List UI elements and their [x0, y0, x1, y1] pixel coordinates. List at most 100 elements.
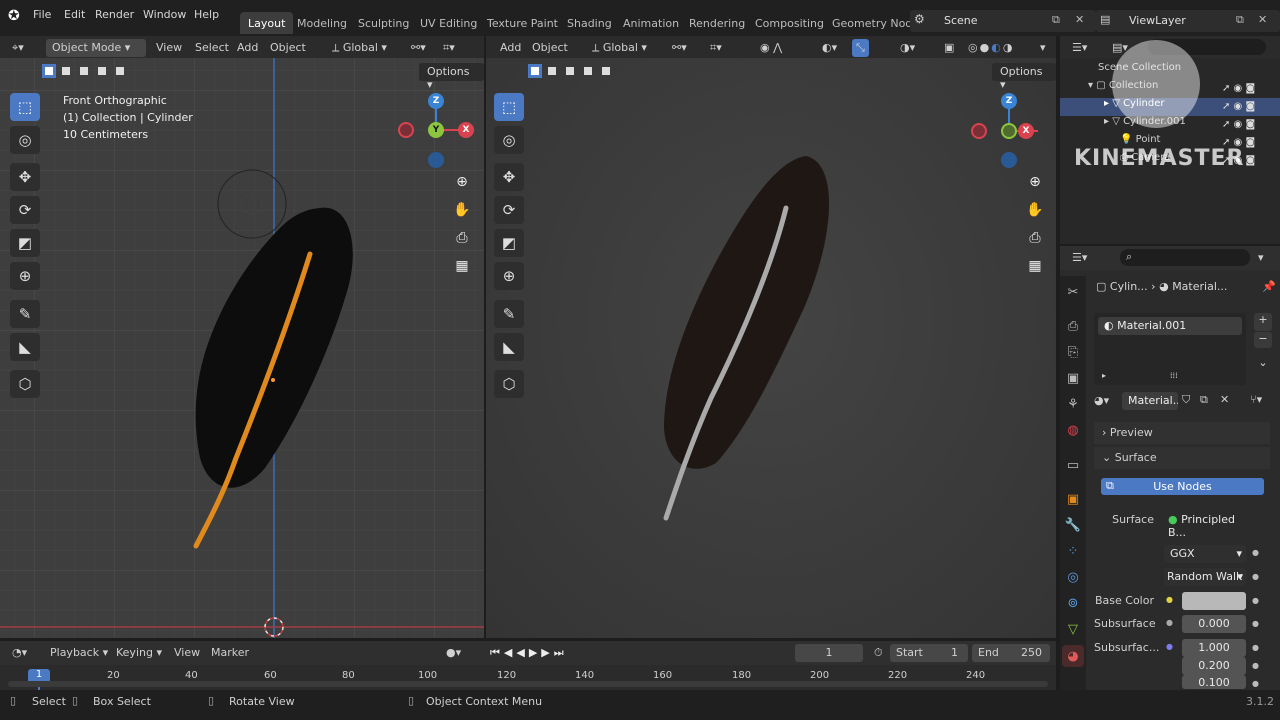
subsurface-method-dropdown[interactable]: Random Walk ▾ [1164, 568, 1246, 586]
row-toggle-icons[interactable]: ➚ ◉ ◙ [1222, 116, 1276, 134]
row-toggle-icons[interactable]: ➚ ◉ ◙ [1222, 80, 1276, 98]
object-tab-icon[interactable]: ▣ [1062, 488, 1084, 510]
menu-view[interactable]: View [168, 644, 206, 662]
auto-key-icon[interactable]: ●▾ [440, 644, 467, 662]
timeline-editor-icon[interactable]: ◔▾ [6, 644, 33, 662]
radius-x-field[interactable]: 1.000 [1182, 639, 1246, 657]
editor-type-icon[interactable]: ⌖▾ [6, 39, 30, 57]
move-tool-button[interactable]: ✥ [10, 163, 40, 191]
scale-tool-button[interactable]: ◩ [494, 229, 524, 257]
material-tab-icon[interactable]: ◕ [1062, 645, 1084, 667]
transform-tool-button[interactable]: ⊕ [10, 262, 40, 290]
distribution-dropdown[interactable]: GGX ▾ [1164, 545, 1246, 563]
material-browse-icon[interactable]: ◕▾ [1094, 394, 1109, 407]
right-viewport[interactable]: Options ▾ ⬚ ◎ ✥ ⟳ ◩ ⊕ ✎ ◣ ⬡ Z X ⊕ ✋ ⎙ ▦ [486, 58, 1056, 638]
tab-rendering[interactable]: Rendering [681, 12, 753, 34]
start-frame-field[interactable]: Start 1 [890, 644, 968, 662]
gizmo-neg-z-icon[interactable] [428, 152, 444, 168]
blender-logo-icon[interactable]: ✪ [8, 8, 24, 24]
options-dropdown[interactable]: Options ▾ [992, 63, 1056, 91]
menu-select[interactable]: Select [189, 39, 235, 57]
grid-view-icon[interactable]: ▦ [450, 254, 474, 278]
radius-z-field[interactable]: 0.100 [1182, 675, 1246, 689]
collection-tab-icon[interactable]: ▭ [1062, 454, 1084, 476]
navigation-gizmo[interactable]: Z Y X [398, 88, 480, 168]
pan-hand-icon[interactable]: ✋ [450, 198, 474, 222]
close-icon[interactable]: ✕ [1075, 13, 1084, 26]
slot-specials-icon[interactable]: ⌄ [1254, 356, 1272, 374]
pivot-icon[interactable]: ⚯▾ [405, 39, 432, 57]
playback-menu[interactable]: Playback ▾ [44, 644, 114, 662]
menu-edit[interactable]: Edit [64, 8, 85, 21]
proportional-edit-icon[interactable]: ◉ ⋀ [754, 39, 788, 57]
world-tab-icon[interactable]: ◍ [1062, 419, 1084, 441]
shading-modes-icon[interactable]: ◎●◐◑ [962, 39, 1020, 57]
copy-icon[interactable]: ⧉ [1052, 13, 1060, 27]
vector-socket-icon[interactable]: ● [1166, 642, 1173, 651]
material-name-field[interactable]: Material... [1122, 392, 1178, 410]
shading-options-icon[interactable]: ▾ [1034, 39, 1052, 57]
view-layer-tab-icon[interactable]: ▣ [1062, 367, 1084, 389]
overlay-icon[interactable]: ◑▾ [894, 39, 921, 57]
menu-view[interactable]: View [150, 39, 188, 57]
keyframe-dot-icon[interactable]: ● [1252, 679, 1259, 688]
physics-tab-icon[interactable]: ◎ [1062, 566, 1084, 588]
tab-animation[interactable]: Animation [615, 12, 687, 34]
gizmo-x-icon[interactable]: X [1018, 123, 1034, 139]
gizmo-neg-x-icon[interactable] [398, 122, 414, 138]
move-tool-button[interactable]: ✥ [494, 163, 524, 191]
particles-tab-icon[interactable]: ⁘ [1062, 540, 1084, 562]
timeline-scrollbar[interactable] [8, 681, 1048, 687]
snap-icon[interactable]: ⌗▾ [437, 39, 461, 57]
material-slot[interactable]: ◐ Material.001 [1098, 317, 1242, 335]
scale-tool-button[interactable]: ◩ [10, 229, 40, 257]
constraints-tab-icon[interactable]: ⊚ [1062, 592, 1084, 614]
base-color-swatch[interactable] [1182, 592, 1246, 610]
copy-icon[interactable]: ⧉ [1236, 13, 1244, 27]
radius-y-field[interactable]: 0.200 [1182, 657, 1246, 675]
preview-panel-header[interactable]: › Preview [1094, 422, 1270, 444]
outliner-editor-icon[interactable]: ☰▾ [1066, 39, 1093, 57]
measure-tool-button[interactable]: ◣ [10, 333, 40, 361]
properties-editor-icon[interactable]: ☰▾ [1066, 249, 1093, 267]
rotate-tool-button[interactable]: ⟳ [494, 196, 524, 224]
menu-render[interactable]: Render [95, 8, 134, 21]
tab-uv-editing[interactable]: UV Editing [412, 12, 485, 34]
camera-icon[interactable]: ⎙ [1023, 226, 1047, 250]
surface-panel-header[interactable]: ⌄ Surface [1094, 447, 1270, 469]
scene-tab-icon[interactable]: ⚘ [1062, 393, 1084, 415]
gizmo-neg-y-icon[interactable] [1001, 123, 1017, 139]
orientation-dropdown[interactable]: ⟂ Global ▾ [586, 39, 653, 57]
visibility-icon[interactable]: ◐▾ [816, 39, 843, 57]
tab-modeling[interactable]: Modeling [289, 12, 355, 34]
left-viewport[interactable]: Options ▾ Front Orthographic (1) Collect… [0, 58, 484, 638]
add-slot-button[interactable]: + [1254, 313, 1272, 331]
tab-layout[interactable]: Layout [240, 12, 294, 34]
pan-hand-icon[interactable]: ✋ [1023, 198, 1047, 222]
keyframe-dot-icon[interactable]: ● [1252, 661, 1259, 670]
unlink-icon[interactable]: ✕ [1220, 393, 1229, 406]
current-frame-field[interactable]: 1 [795, 644, 863, 662]
render-tab-icon[interactable]: ⎙ [1062, 315, 1084, 337]
measure-tool-button[interactable]: ◣ [494, 333, 524, 361]
gizmo-y-icon[interactable]: Y [428, 122, 444, 138]
close-icon[interactable]: ✕ [1258, 13, 1267, 26]
tool-tab-icon[interactable]: ✂ [1062, 281, 1084, 303]
keyframe-dot-icon[interactable]: ● [1252, 548, 1259, 557]
xray-icon[interactable]: ▣ [938, 39, 960, 57]
annotate-tool-button[interactable]: ✎ [494, 300, 524, 328]
view-layer-selector[interactable]: ▤ ViewLayer ⧉ ✕ [1096, 10, 1280, 32]
select-tool-button[interactable]: ⬚ [494, 93, 524, 121]
select-mode-icons[interactable] [42, 64, 130, 78]
remove-slot-button[interactable]: − [1254, 332, 1272, 348]
perspective-icon[interactable]: ▦ [1023, 254, 1047, 278]
zoom-icon[interactable]: ⊕ [1023, 170, 1047, 194]
rotate-tool-button[interactable]: ⟳ [10, 196, 40, 224]
modifier-tab-icon[interactable]: 🔧 [1062, 514, 1084, 536]
keying-menu[interactable]: Keying ▾ [110, 644, 168, 662]
add-cube-tool-button[interactable]: ⬡ [10, 370, 40, 398]
gizmo-x-icon[interactable]: X [458, 122, 474, 138]
float-socket-icon[interactable]: ● [1166, 618, 1173, 627]
output-tab-icon[interactable]: ⎘ [1062, 341, 1084, 363]
material-slots-list[interactable]: ◐ Material.001 ▸ ⁞⁞⁞ [1094, 313, 1246, 385]
